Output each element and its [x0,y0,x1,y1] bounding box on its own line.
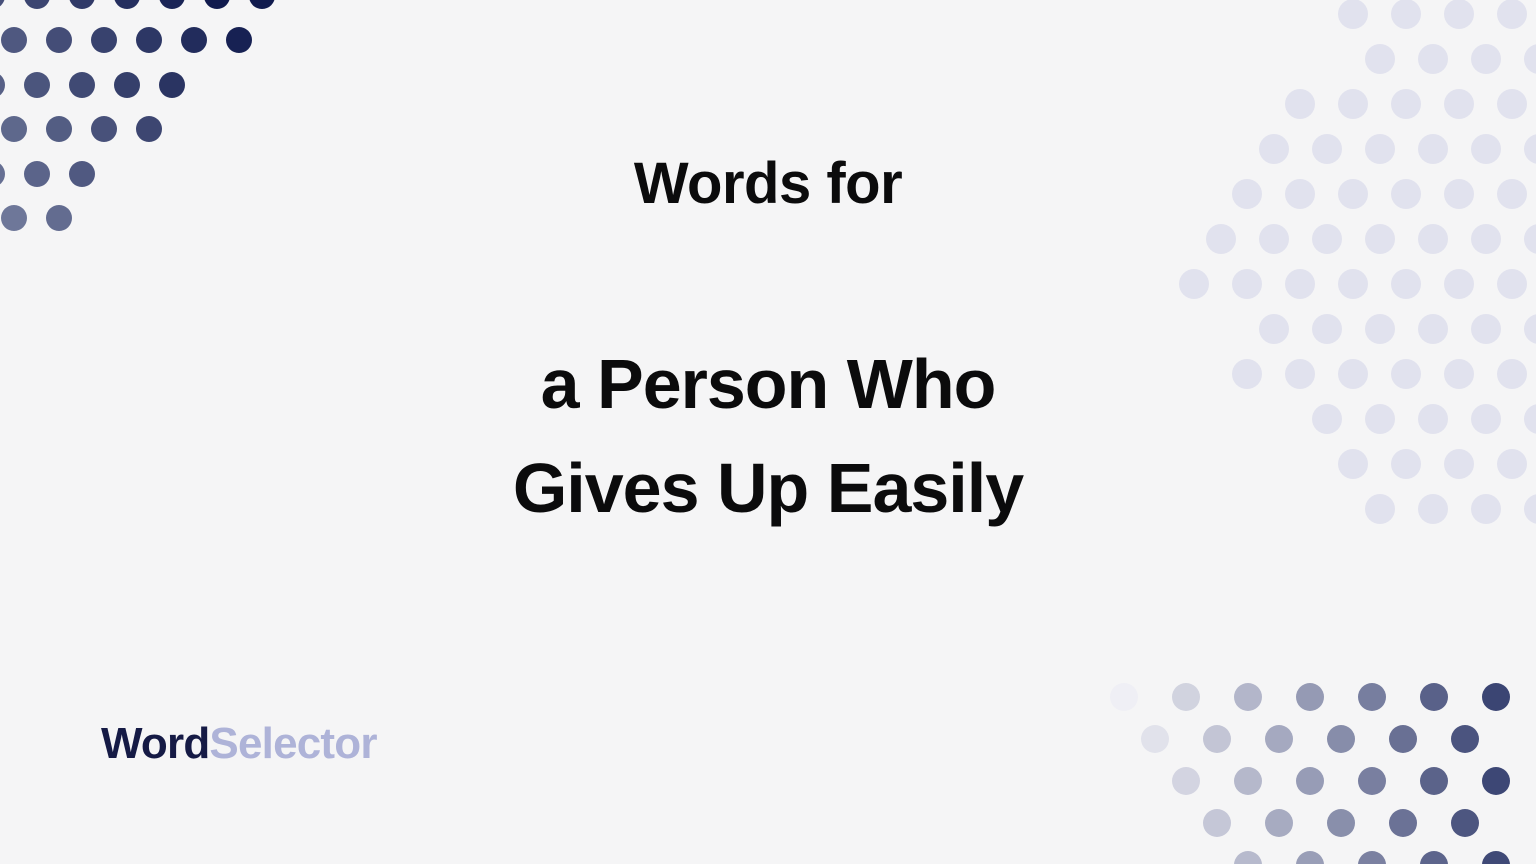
page-title-line-2: Gives Up Easily [512,448,1024,527]
slide-canvas: Words for a Person Who Gives Up Easily W… [0,0,1536,864]
page-title-line-1: a Person Who [540,345,997,423]
page-eyebrow-title: Words for [633,151,903,216]
page-title: a Person Who Gives Up Easily [218,333,1318,540]
logo-text-selector: Selector [209,719,377,768]
wordselector-logo[interactable]: WordSelector [101,722,377,766]
logo-text-word: Word [101,719,210,768]
